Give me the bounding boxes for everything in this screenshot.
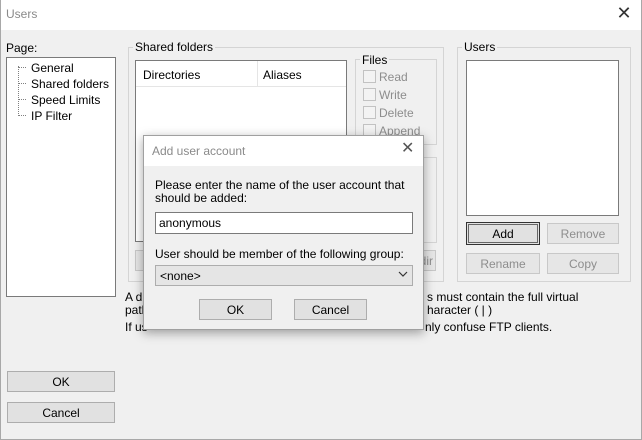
group-select[interactable]: <none> [155,265,413,286]
note-line1-right: s must contain the full virtual [427,290,579,304]
add-user-dialog: Add user account ✕ Please enter the name… [143,135,424,330]
read-label: Read [379,70,408,84]
page-label: Page: [6,41,38,55]
window-title: Users [6,7,38,21]
dialog-prompt: Please enter the name of the user accoun… [155,178,405,205]
note-line1-left: A di [125,290,146,304]
dialog-ok-button[interactable]: OK [199,299,272,320]
tree-connector [18,83,26,84]
ok-button[interactable]: OK [7,371,115,392]
delete-checkbox[interactable] [363,106,376,119]
username-input[interactable]: anonymous [155,212,413,234]
write-checkbox[interactable] [363,88,376,101]
tree-item-ip-filter[interactable]: IP Filter [31,109,72,123]
tree-connector [18,67,26,68]
note-line2-right: haracter ( | ) [427,303,493,317]
rename-user-button[interactable]: Rename [466,253,540,274]
column-divider [257,61,258,87]
read-checkbox[interactable] [363,70,376,83]
tree-item-general[interactable]: General [31,61,74,75]
write-label: Write [379,88,407,102]
window-titlebar [0,0,642,30]
users-list[interactable] [466,60,619,216]
files-label: Files [360,53,390,67]
column-aliases[interactable]: Aliases [263,68,302,82]
tree-item-speed-limits[interactable]: Speed Limits [31,93,100,107]
add-user-button[interactable]: Add [466,222,540,245]
close-icon[interactable]: ✕ [616,4,632,22]
remove-user-button[interactable]: Remove [547,223,619,244]
copy-user-button[interactable]: Copy [547,253,619,274]
chevron-down-icon [398,268,408,283]
dialog-cancel-button[interactable]: Cancel [294,299,367,320]
dialog-title: Add user account [152,144,246,158]
dialog-close-icon[interactable]: ✕ [401,141,414,157]
tree-line [18,66,19,116]
shared-folders-label: Shared folders [133,40,216,54]
group-prompt: User should be member of the following g… [155,247,404,261]
tree-item-shared-folders[interactable]: Shared folders [31,77,109,91]
delete-label: Delete [379,106,414,120]
column-directories[interactable]: Directories [143,68,200,82]
page-tree[interactable]: General Shared folders Speed Limits IP F… [6,57,116,297]
group-select-value: <none> [160,269,201,283]
tree-connector [18,99,26,100]
tree-connector [18,115,26,116]
cancel-button[interactable]: Cancel [7,402,115,423]
users-label: Users [462,40,498,54]
note-line3-right: nly confuse FTP clients. [425,320,553,334]
